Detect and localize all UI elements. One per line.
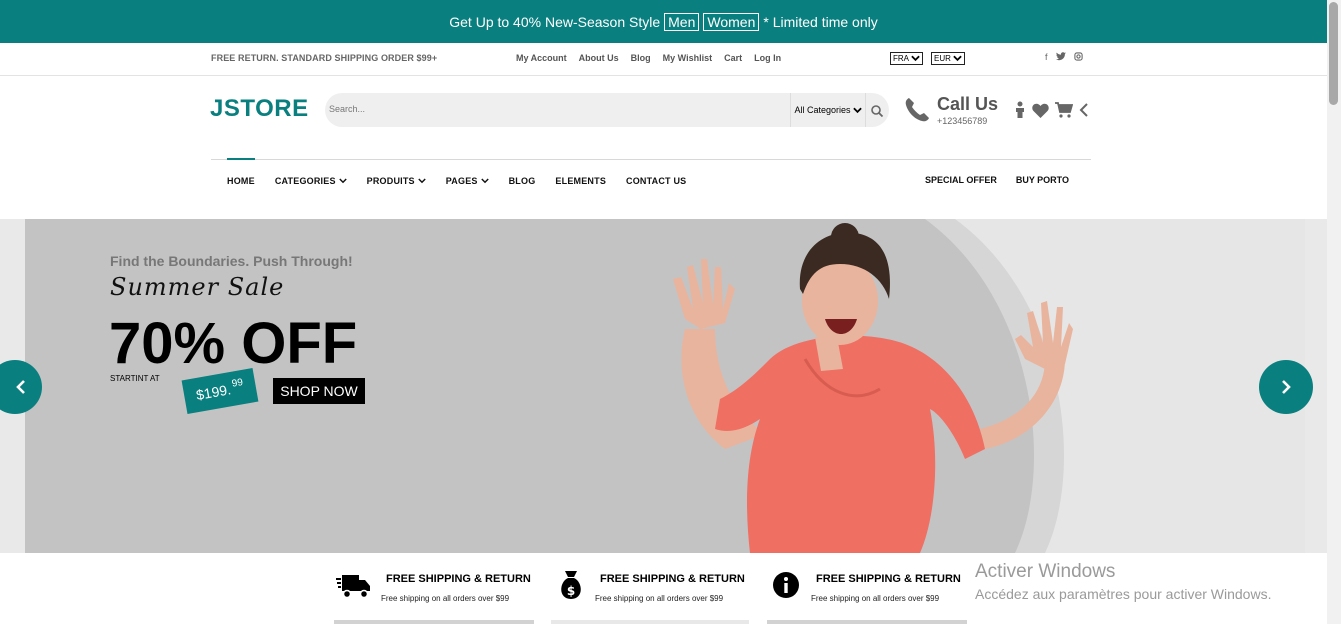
feature-title: FREE SHIPPING & RETURN — [600, 573, 745, 585]
hero-tagline: Find the Boundaries. Push Through! — [110, 253, 353, 269]
slider-next-button[interactable] — [1259, 360, 1313, 414]
buy-porto-link[interactable]: BUY PORTO — [1016, 175, 1069, 185]
chevron-down-icon — [852, 107, 862, 113]
social-links: f — [1045, 52, 1083, 62]
search-input[interactable]: Search... — [329, 104, 365, 114]
nav-right: SPECIAL OFFER BUY PORTO — [925, 175, 1069, 185]
chevron-left-icon[interactable] — [1079, 103, 1089, 117]
hero-headline: 70% OFF — [109, 311, 358, 376]
truck-icon — [336, 575, 370, 599]
promo-women-link[interactable]: Women — [703, 12, 760, 31]
windows-activation-subtitle: Accédez aux paramètres pour activer Wind… — [975, 586, 1272, 602]
feature-info — [768, 570, 804, 607]
scrollbar-thumb[interactable] — [1329, 2, 1338, 105]
feature-subtitle: Free shipping on all orders over $99 — [595, 594, 724, 603]
my-account-link[interactable]: My Account — [516, 53, 567, 63]
chevron-down-icon — [338, 178, 347, 184]
nav-item-label: BLOG — [508, 176, 536, 186]
svg-text:$: $ — [567, 584, 575, 598]
phone-icon — [905, 98, 929, 122]
nav-item-pages[interactable]: PAGES — [446, 176, 489, 186]
chevron-down-icon — [480, 178, 489, 184]
feature-title: FREE SHIPPING & RETURN — [386, 573, 531, 585]
money-bag-icon: $ — [561, 571, 581, 599]
instagram-icon[interactable] — [1073, 52, 1083, 61]
log-in-link[interactable]: Log In — [754, 53, 781, 63]
windows-activation-title: Activer Windows — [975, 561, 1116, 582]
top-links: My Account About Us Blog My Wishlist Car… — [516, 53, 781, 63]
search-icon[interactable] — [870, 104, 884, 118]
nav-active-indicator — [227, 158, 255, 160]
hero-starting-label: STARTINT AT — [110, 374, 160, 383]
nav-item-label: ELEMENTS — [555, 176, 607, 186]
feature-subtitle: Free shipping on all orders over $99 — [381, 594, 510, 603]
blog-link[interactable]: Blog — [631, 53, 651, 63]
chevron-left-icon — [16, 380, 25, 394]
product-thumb[interactable] — [334, 620, 534, 624]
info-icon — [773, 572, 799, 598]
nav-item-label: PRODUITS — [366, 176, 415, 186]
nav-item-elements[interactable]: ELEMENTS — [555, 176, 606, 186]
phone-number[interactable]: +123456789 — [937, 116, 987, 126]
price-cents: 99 — [230, 376, 244, 390]
call-us-title: Call Us — [937, 94, 999, 114]
shop-now-button[interactable]: SHOP NOW — [273, 378, 365, 404]
nav-divider — [211, 159, 1091, 160]
nav-item-label: CATEGORIES — [274, 176, 336, 186]
my-wishlist-link[interactable]: My Wishlist — [663, 53, 712, 63]
top-strip: FREE RETURN. STANDARD SHIPPING ORDER $99… — [0, 43, 1327, 76]
feature-shipping — [336, 571, 372, 608]
promo-limited-text: * Limited time only — [763, 13, 878, 30]
hero-script-title: Summer Sale — [110, 273, 285, 301]
category-select-value: All Categories — [794, 105, 851, 115]
product-thumb[interactable] — [551, 620, 749, 624]
language-value: FRA — [893, 54, 909, 63]
chevron-right-icon — [1282, 380, 1291, 394]
nav-item-label: PAGES — [445, 176, 478, 186]
nav-item-label: CONTACT US — [626, 176, 687, 186]
user-icon[interactable] — [1014, 101, 1026, 119]
nav-item-contact-us[interactable]: CONTACT US — [626, 176, 686, 186]
promo-men-link[interactable]: Men — [664, 12, 700, 31]
promo-bar: Get Up to 40% New-Season Style Men Women… — [0, 0, 1327, 43]
feature-money: $ — [553, 569, 589, 606]
special-offer-link[interactable]: SPECIAL OFFER — [925, 175, 997, 185]
about-us-link[interactable]: About Us — [579, 53, 619, 63]
cart-icon[interactable] — [1055, 102, 1073, 118]
nav-item-categories[interactable]: CATEGORIES — [275, 176, 347, 186]
promo-text: Get Up to 40% New-Season Style — [449, 13, 661, 30]
feature-subtitle: Free shipping on all orders over $99 — [811, 594, 940, 603]
twitter-icon[interactable] — [1055, 52, 1066, 61]
currency-value: EUR — [934, 54, 951, 63]
nav-item-blog[interactable]: BLOG — [509, 176, 536, 186]
chevron-down-icon — [911, 55, 920, 62]
shipping-note: FREE RETURN. STANDARD SHIPPING ORDER $99… — [211, 53, 438, 63]
header-icons — [1014, 101, 1089, 119]
search-bar: Search... All Categories — [325, 93, 889, 127]
category-select[interactable]: All Categories — [790, 93, 866, 127]
site-logo[interactable]: JSTORE — [210, 95, 309, 123]
heart-icon[interactable] — [1032, 103, 1049, 118]
nav-item-produits[interactable]: PRODUITS — [367, 176, 426, 186]
main-nav: HOME CATEGORIES PRODUITS PAGES BLOG ELEM… — [227, 176, 686, 186]
chevron-down-icon — [953, 55, 962, 62]
currency-select[interactable]: EUR — [931, 52, 965, 65]
nav-item-label: HOME — [227, 176, 255, 186]
product-thumb[interactable] — [767, 620, 967, 624]
price-main: $199. — [194, 381, 233, 404]
language-select[interactable]: FRA — [890, 52, 923, 65]
facebook-icon[interactable]: f — [1045, 52, 1048, 62]
cart-link[interactable]: Cart — [724, 53, 742, 63]
chevron-down-icon — [418, 178, 426, 184]
nav-item-home[interactable]: HOME — [227, 176, 255, 186]
feature-title: FREE SHIPPING & RETURN — [816, 573, 961, 585]
